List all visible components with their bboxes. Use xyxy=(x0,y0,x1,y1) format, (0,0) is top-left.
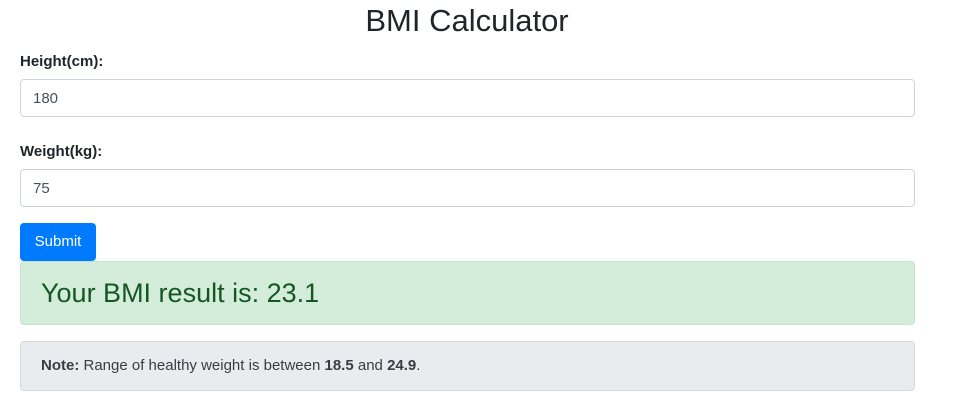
bmi-result-value: 23.1 xyxy=(266,278,320,308)
bmi-result-prefix: Your BMI result is: xyxy=(41,278,267,308)
height-input[interactable] xyxy=(20,79,915,117)
note-label: Note: xyxy=(41,357,80,374)
note-text-middle: and xyxy=(353,357,388,374)
healthy-range-note: Note: Range of healthy weight is between… xyxy=(20,341,915,391)
weight-input[interactable] xyxy=(20,169,915,207)
page-title: BMI Calculator xyxy=(365,3,569,38)
bmi-calculator-page: BMI Calculator Height(cm): Weight(kg): S… xyxy=(0,0,954,417)
note-text-after: . xyxy=(416,357,421,374)
note-text-before: Range of healthy weight is between xyxy=(79,357,325,374)
note-range-low: 18.5 xyxy=(324,357,354,374)
note-range-high: 24.9 xyxy=(387,357,417,374)
weight-label: Weight(kg): xyxy=(20,143,103,160)
submit-button[interactable]: Submit xyxy=(20,223,96,261)
bmi-result-text: Your BMI result is: 23.1 xyxy=(41,277,319,309)
height-label: Height(cm): xyxy=(20,53,104,70)
bmi-result-alert: Your BMI result is: 23.1 xyxy=(20,261,915,325)
